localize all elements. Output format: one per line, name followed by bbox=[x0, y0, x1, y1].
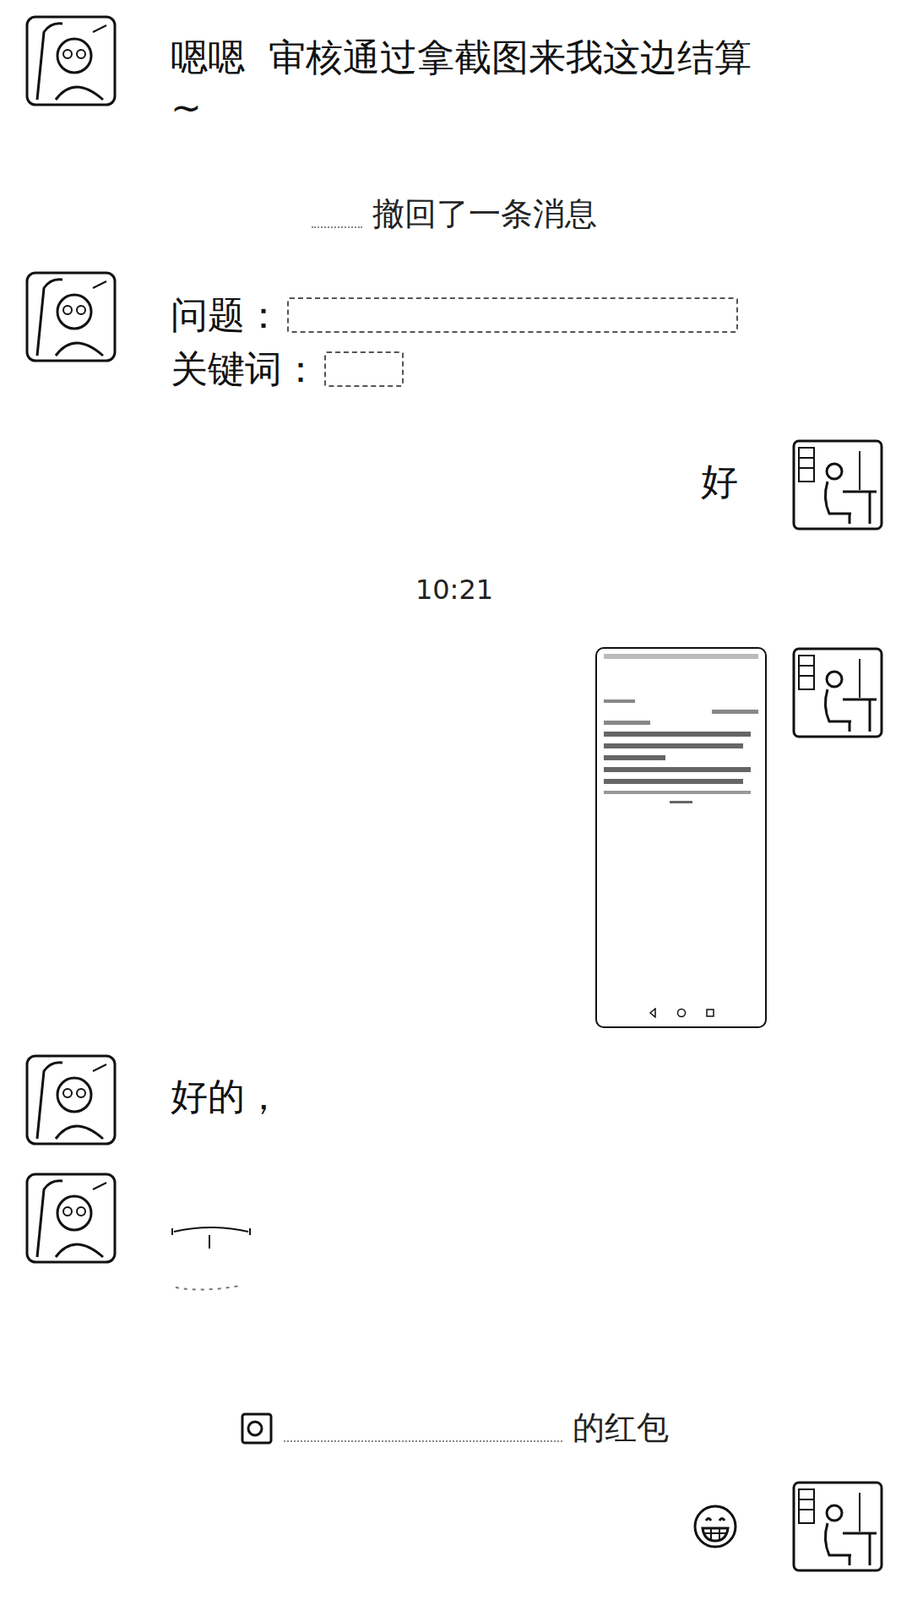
timestamp: 10:21 bbox=[25, 568, 884, 611]
message-row: 好的， bbox=[25, 1053, 884, 1146]
message-bubble[interactable]: 嗯嗯 审核通过拿截图来我这边结算 ~ bbox=[170, 15, 754, 134]
home-icon bbox=[676, 1007, 687, 1018]
my-avatar-icon[interactable] bbox=[792, 1480, 884, 1572]
contact-avatar-icon[interactable] bbox=[25, 1172, 117, 1264]
message-bubble[interactable]: 问题：关键词： bbox=[170, 271, 739, 397]
recent-icon bbox=[705, 1007, 716, 1018]
thumb-content bbox=[603, 665, 759, 998]
back-icon bbox=[647, 1007, 658, 1018]
hidden-name bbox=[283, 1414, 563, 1442]
field-line: 关键词： bbox=[170, 342, 739, 397]
system-notice: 撤回了一条消息 bbox=[25, 192, 884, 236]
message-row: 好 bbox=[25, 439, 884, 531]
redacted-block bbox=[287, 297, 739, 333]
thumb-status-bar bbox=[603, 653, 759, 659]
message-bubble[interactable]: 好 bbox=[700, 439, 739, 507]
sticker-message[interactable] bbox=[158, 1172, 254, 1298]
message-row bbox=[25, 646, 884, 1028]
contact-avatar-icon[interactable] bbox=[25, 1053, 117, 1146]
message-row bbox=[25, 1172, 884, 1298]
field-line: 问题： bbox=[170, 287, 739, 342]
red-packet-icon bbox=[239, 1411, 274, 1445]
grinning-emoji-icon bbox=[692, 1503, 739, 1549]
message-row bbox=[25, 1480, 884, 1572]
red-packet-notice[interactable]: 的红包 bbox=[25, 1406, 884, 1450]
thumb-nav-bar bbox=[603, 1004, 759, 1021]
hidden-name bbox=[311, 200, 363, 228]
redacted-block bbox=[324, 351, 404, 387]
message-bubble[interactable]: 好的， bbox=[170, 1053, 283, 1122]
message-row: 嗯嗯 审核通过拿截图来我这边结算 ~ bbox=[25, 15, 884, 134]
contact-avatar-icon[interactable] bbox=[25, 271, 117, 363]
emoji-message[interactable] bbox=[692, 1480, 739, 1553]
my-avatar-icon[interactable] bbox=[792, 646, 884, 739]
contact-avatar-icon[interactable] bbox=[25, 15, 117, 107]
screenshot-image[interactable] bbox=[595, 646, 767, 1028]
message-row: 问题：关键词： bbox=[25, 271, 884, 397]
sticker-icon[interactable] bbox=[168, 1222, 254, 1294]
chat-page: 嗯嗯 审核通过拿截图来我这边结算 ~ 撤回了一条消息问题：关键词： 好 10:21 好的… bbox=[0, 0, 912, 1600]
my-avatar-icon[interactable] bbox=[792, 439, 884, 531]
